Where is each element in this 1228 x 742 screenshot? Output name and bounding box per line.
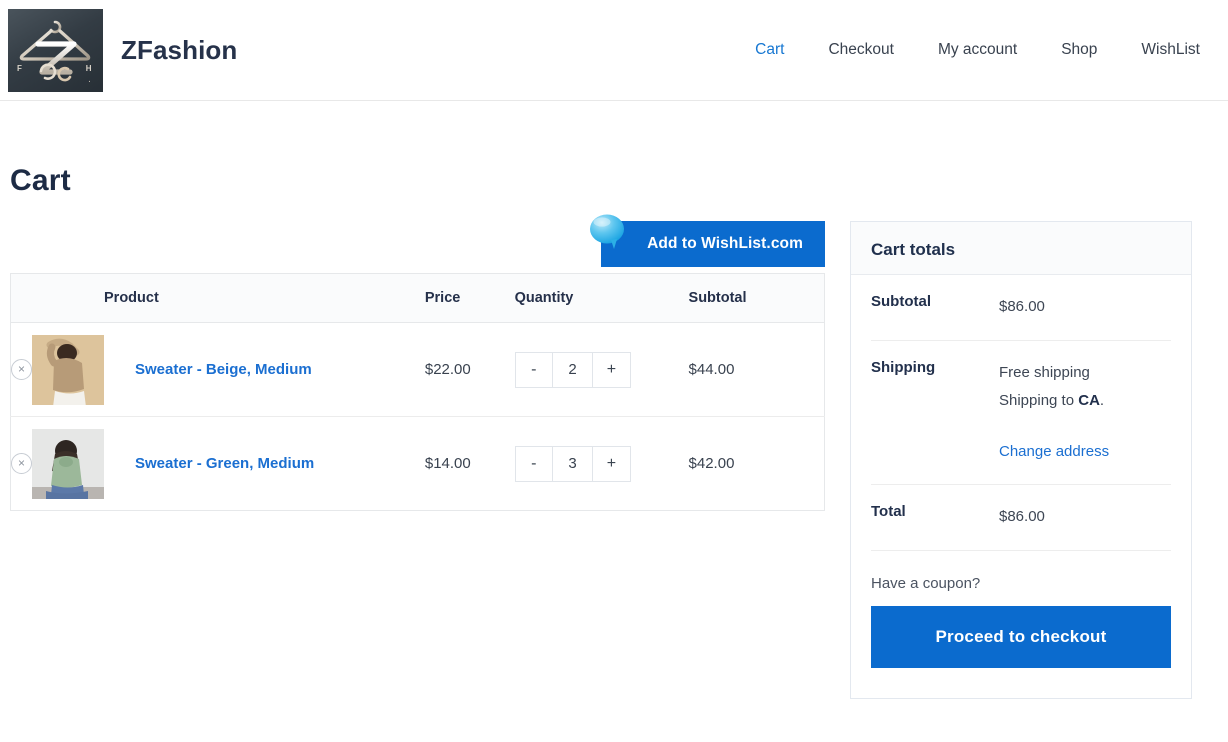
column-header-price: Price (424, 273, 515, 323)
proceed-to-checkout-button[interactable]: Proceed to checkout (871, 605, 1171, 668)
nav-item-shop[interactable]: Shop (1039, 41, 1119, 59)
shipping-region: CA (1078, 392, 1100, 409)
zfashion-logo-icon: F H . (8, 8, 103, 92)
cart-totals-panel: Cart totals Subtotal $86.00 Shipping Fre… (850, 221, 1192, 699)
column-header-quantity: Quantity (514, 273, 689, 323)
product-name-cell: Sweater - Beige, Medium (104, 322, 425, 417)
subtotal-value: $86.00 (999, 298, 1045, 315)
nav-item-my-account[interactable]: My account (916, 41, 1039, 59)
logo-letter-h: H (85, 63, 92, 73)
product-price: $14.00 (424, 416, 515, 511)
cart-items-column: Add to WishList.com Product Price Quanti… (10, 214, 825, 511)
cart-layout: Add to WishList.com Product Price Quanti… (10, 214, 1218, 699)
subtotal-row: Subtotal $86.00 (871, 275, 1171, 341)
nav-item-cart[interactable]: Cart (733, 41, 806, 59)
page-title: Cart (10, 164, 71, 197)
shipping-label: Shipping (871, 358, 936, 376)
nav-item-wishlist[interactable]: WishList (1119, 41, 1216, 59)
quantity-value[interactable]: 3 (553, 447, 592, 481)
shipping-details: Free shipping Shipping to CA. Change add… (999, 359, 1109, 467)
quantity-increase-button[interactable]: + (592, 446, 629, 481)
shipping-to-prefix: Shipping to (999, 392, 1079, 409)
brand[interactable]: F H . ZFashion (8, 8, 238, 92)
product-link[interactable]: Sweater - Green, Medium (135, 455, 314, 472)
remove-cell: × (10, 416, 32, 511)
quantity-increase-button[interactable]: + (592, 352, 629, 387)
cart-table: Product Price Quantity Subtotal × Sweate… (10, 273, 825, 511)
column-header-remove (10, 273, 104, 323)
wishlist-button-row: Add to WishList.com (10, 214, 825, 273)
total-value: $86.00 (999, 508, 1045, 525)
cart-table-head: Product Price Quantity Subtotal (10, 273, 825, 323)
product-thumbnail-cell (32, 322, 104, 417)
product-subtotal: $44.00 (688, 322, 825, 417)
column-header-subtotal: Subtotal (688, 273, 825, 323)
product-price: $22.00 (424, 322, 515, 417)
cart-totals-title: Cart totals (851, 222, 1191, 275)
remove-item-button[interactable]: × (11, 453, 32, 474)
product-thumbnail-green-sweater[interactable] (32, 428, 104, 499)
table-row: × (10, 416, 825, 511)
change-address-link[interactable]: Change address (999, 438, 1109, 467)
table-row: × (10, 322, 825, 417)
quantity-cell: - 2 + (514, 322, 689, 417)
quantity-stepper: - 3 + (514, 445, 631, 482)
quantity-decrease-button[interactable]: - (516, 352, 553, 387)
total-label: Total (871, 503, 906, 520)
remove-cell: × (10, 322, 32, 417)
shipping-method: Free shipping (999, 363, 1090, 381)
brand-name: ZFashion (121, 34, 238, 65)
subtotal-label: Subtotal (871, 293, 931, 310)
shipping-row: Shipping Free shipping Shipping to CA. C… (871, 341, 1171, 485)
cart-totals-body: Subtotal $86.00 Shipping Free shipping S… (851, 275, 1191, 668)
quantity-decrease-button[interactable]: - (516, 446, 553, 481)
total-row: Total $86.00 (871, 485, 1171, 551)
site-header: F H . ZFashion Cart Checkout My account … (0, 0, 1228, 101)
product-thumbnail-cell (32, 416, 104, 511)
logo-letter-f: F (17, 63, 23, 73)
product-thumbnail-beige-sweater[interactable] (32, 334, 104, 405)
column-header-product: Product (104, 273, 425, 323)
logo-letter-dot: . (88, 76, 91, 84)
add-to-wishlist-label: Add to WishList.com (647, 235, 803, 252)
product-name-cell: Sweater - Green, Medium (104, 416, 425, 511)
product-link[interactable]: Sweater - Beige, Medium (135, 361, 312, 378)
speech-bubble-icon (587, 212, 629, 252)
coupon-prompt[interactable]: Have a coupon? (871, 551, 1171, 606)
shipping-destination: Shipping to CA. (999, 387, 1109, 416)
cart-totals-column: Cart totals Subtotal $86.00 Shipping Fre… (850, 221, 1192, 699)
quantity-cell: - 3 + (514, 416, 689, 511)
page-body: Cart Add to WishList.com Product Price Q… (0, 164, 1228, 699)
quantity-stepper: - 2 + (514, 351, 631, 388)
cart-table-body: × Sweater - Beige, Medium $22.00 - 2 + $… (10, 322, 825, 511)
quantity-value[interactable]: 2 (553, 353, 592, 387)
main-navigation: Cart Checkout My account Shop WishList (733, 41, 1216, 59)
add-to-wishlist-button[interactable]: Add to WishList.com (590, 214, 825, 267)
product-subtotal: $42.00 (688, 416, 825, 511)
cart-table-header-row: Product Price Quantity Subtotal (10, 273, 825, 323)
shipping-to-suffix: . (1099, 392, 1105, 409)
remove-item-button[interactable]: × (11, 359, 32, 380)
nav-item-checkout[interactable]: Checkout (806, 41, 915, 59)
